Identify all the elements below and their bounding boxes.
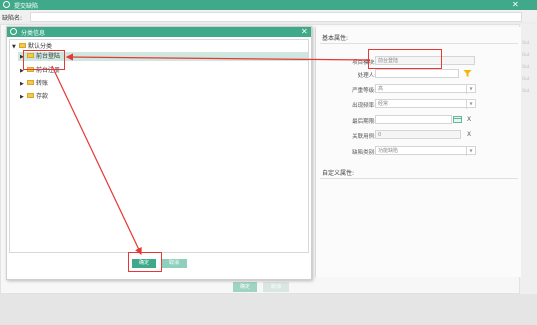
annotation-arrows bbox=[51, 53, 371, 256]
arrow-tree-to-confirm bbox=[51, 65, 142, 256]
arrow-module-to-tree bbox=[65, 53, 371, 61]
